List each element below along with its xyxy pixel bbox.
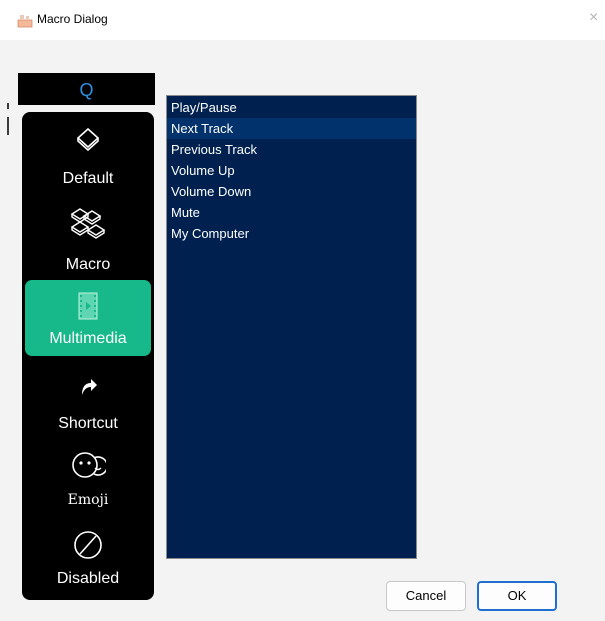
- list-item-selected[interactable]: Next Track: [167, 118, 416, 139]
- sidebar-item-label: Default: [62, 170, 114, 187]
- cancel-button[interactable]: Cancel: [386, 581, 466, 611]
- ok-button[interactable]: OK: [477, 581, 557, 611]
- window-title: Macro Dialog: [37, 12, 108, 26]
- sidebar-item-disabled[interactable]: Disabled: [22, 530, 154, 588]
- emoji-icon: [72, 452, 106, 478]
- sidebar-item-label: Emoji: [67, 492, 109, 508]
- keycaps-cluster-icon: [70, 208, 106, 239]
- sidebar-item-label: Multimedia: [49, 330, 127, 347]
- divider: [7, 117, 9, 135]
- list-item[interactable]: Volume Up: [167, 160, 416, 181]
- sidebar-item-multimedia[interactable]: Multimedia: [25, 280, 151, 356]
- sidebar-item-default[interactable]: Default: [22, 126, 154, 188]
- close-icon[interactable]: ×: [589, 10, 598, 26]
- list-item[interactable]: Play/Pause: [167, 97, 416, 118]
- disabled-icon: [74, 531, 102, 559]
- list-item[interactable]: Mute: [167, 202, 416, 223]
- sidebar-item-shortcut[interactable]: Shortcut: [22, 374, 154, 433]
- sidebar-item-macro[interactable]: Macro: [22, 205, 154, 274]
- keycap-icon: [76, 127, 100, 152]
- divider: [7, 103, 9, 109]
- app-icon: [17, 14, 33, 28]
- sidebar-item-emoji[interactable]: Emoji: [22, 450, 154, 508]
- title-bar: Macro Dialog ×: [0, 0, 605, 40]
- list-item[interactable]: Previous Track: [167, 139, 416, 160]
- category-sidebar: Default Macro Multimedia Shortcut Emoji …: [22, 112, 154, 600]
- sidebar-item-label: Disabled: [56, 570, 120, 587]
- sidebar-item-label: Macro: [65, 256, 111, 273]
- list-item[interactable]: My Computer: [167, 223, 416, 244]
- function-list[interactable]: Play/Pause Next Track Previous Track Vol…: [166, 95, 417, 559]
- sidebar-item-label: Shortcut: [58, 415, 118, 432]
- key-label: Q: [18, 73, 155, 105]
- film-strip-icon: [78, 292, 98, 320]
- list-item[interactable]: Volume Down: [167, 181, 416, 202]
- arrow-icon: [82, 379, 97, 395]
